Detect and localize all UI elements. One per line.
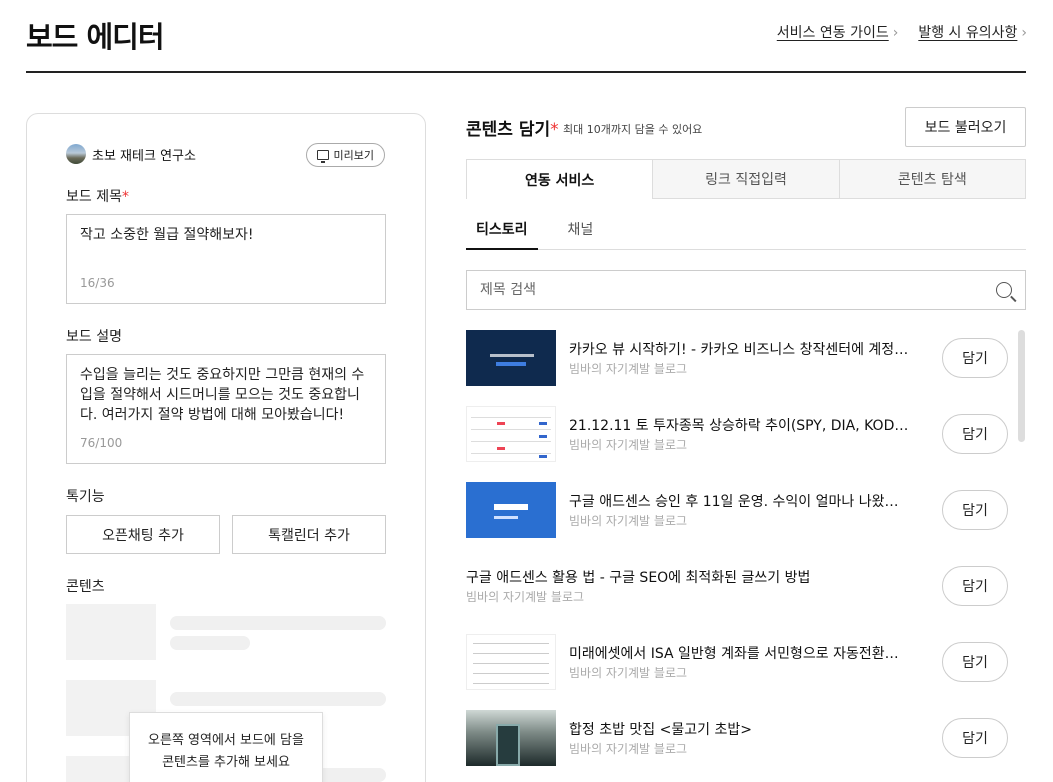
- add-content-button[interactable]: 담기: [942, 566, 1008, 606]
- tab-explore-content[interactable]: 콘텐츠 탐색: [839, 159, 1026, 199]
- content-source: 빔바의 자기계발 블로그: [569, 514, 688, 528]
- chevron-right-icon: ›: [892, 25, 899, 41]
- blog-name: 초보 재테크 연구소: [92, 148, 196, 164]
- content-thumbnail: [466, 634, 556, 690]
- board-desc-input[interactable]: 수입을 늘리는 것도 중요하지만 그만큼 현재의 수입을 절약해서 시드머니를 …: [66, 354, 386, 464]
- page-title: 보드 에디터: [26, 20, 164, 54]
- content-limit-hint: 최대 10개까지 담을 수 있어요: [563, 123, 703, 136]
- content-placeholder: [170, 692, 386, 706]
- header-links: 서비스 연동 가이드 › 발행 시 유의사항 ›: [777, 22, 1027, 42]
- empty-content-tooltip: 오른쪽 영역에서 보드에 담을 콘텐츠를 추가해 보세요: [129, 712, 323, 782]
- content-source: 빔바의 자기계발 블로그: [569, 666, 688, 680]
- add-content-button[interactable]: 담기: [942, 338, 1008, 378]
- add-content-button[interactable]: 담기: [942, 642, 1008, 682]
- preview-button[interactable]: 미리보기: [305, 143, 385, 167]
- search-icon[interactable]: [996, 282, 1012, 298]
- list-item: 21.12.11 토 투자종목 상승하락 추이(SPY, DIA, KODEX …: [466, 406, 1016, 462]
- board-desc-label: 보드 설명: [66, 329, 122, 345]
- content-title[interactable]: 21.12.11 토 투자종목 상승하락 추이(SPY, DIA, KODEX …: [569, 415, 909, 435]
- features-label: 톡기능: [66, 489, 105, 505]
- list-item: 구글 애드센스 승인 후 11일 운영. 수익이 얼마나 나왔을까? 빔바의 자…: [466, 482, 1016, 538]
- content-title[interactable]: 카카오 뷰 시작하기! - 카카오 비즈니스 창작센터에 계정 만들기: [569, 339, 909, 359]
- add-content-button[interactable]: 담기: [942, 718, 1008, 758]
- service-guide-link[interactable]: 서비스 연동 가이드 ›: [777, 22, 899, 42]
- content-thumbnail: [466, 406, 556, 462]
- publish-notes-link[interactable]: 발행 시 유의사항 ›: [918, 22, 1027, 42]
- title-search: [466, 270, 1026, 310]
- list-scrollbar[interactable]: [1018, 330, 1025, 442]
- board-title-label: 보드 제목*: [66, 189, 129, 205]
- content-title[interactable]: 미래에셋에서 ISA 일반형 계좌를 서민형으로 자동전환해주었다: [569, 643, 909, 663]
- board-title-input[interactable]: 작고 소중한 월급 절약해보자! 16/36: [66, 214, 386, 304]
- service-subtabs: 티스토리 채널: [466, 219, 1026, 250]
- content-title[interactable]: 합정 초밥 맛집 <물고기 초밥>: [569, 719, 909, 739]
- blog-info: 초보 재테크 연구소: [66, 144, 196, 164]
- monitor-icon: [316, 150, 329, 163]
- content-source: 빔바의 자기계발 블로그: [569, 438, 688, 452]
- content-picker-title: 콘텐츠 담기*: [466, 120, 559, 140]
- content-title[interactable]: 구글 애드센스 활용 법 - 구글 SEO에 최적화된 글쓰기 방법: [466, 567, 866, 587]
- add-open-chat-button[interactable]: 오픈채팅 추가: [66, 515, 220, 554]
- content-title[interactable]: 구글 애드센스 승인 후 11일 운영. 수익이 얼마나 나왔을까?: [569, 491, 909, 511]
- list-item: 합정 초밥 맛집 <물고기 초밥> 빔바의 자기계발 블로그 담기: [466, 710, 1016, 766]
- content-placeholder: [66, 604, 156, 660]
- tab-direct-link[interactable]: 링크 직접입력: [653, 159, 840, 199]
- add-content-button[interactable]: 담기: [942, 414, 1008, 454]
- content-source: 빔바의 자기계발 블로그: [466, 590, 585, 604]
- subtab-channel[interactable]: 채널: [558, 219, 604, 250]
- content-thumbnail: [466, 330, 556, 386]
- desc-char-counter: 76/100: [80, 436, 123, 450]
- content-placeholder: [170, 636, 250, 650]
- source-tabs: 연동 서비스 링크 직접입력 콘텐츠 탐색: [466, 159, 1026, 199]
- load-board-button[interactable]: 보드 불러오기: [905, 107, 1026, 147]
- add-calendar-button[interactable]: 톡캘린더 추가: [232, 515, 386, 554]
- board-editor-panel: 초보 재테크 연구소 미리보기 보드 제목* 작고 소중한 월급 절약해보자! …: [26, 113, 426, 782]
- add-content-button[interactable]: 담기: [942, 490, 1008, 530]
- title-char-counter: 16/36: [80, 276, 115, 290]
- avatar: [66, 144, 86, 164]
- header-divider: [26, 71, 1026, 73]
- tab-linked-services[interactable]: 연동 서비스: [466, 159, 654, 199]
- content-thumbnail: [466, 482, 556, 538]
- contents-label: 콘텐츠: [66, 579, 105, 595]
- content-source: 빔바의 자기계발 블로그: [569, 742, 688, 756]
- chevron-right-icon: ›: [1021, 25, 1027, 41]
- search-input[interactable]: [480, 282, 988, 298]
- content-source: 빔바의 자기계발 블로그: [569, 362, 688, 376]
- list-item: 구글 애드센스 활용 법 - 구글 SEO에 최적화된 글쓰기 방법 빔바의 자…: [466, 558, 1016, 614]
- subtab-tistory[interactable]: 티스토리: [466, 219, 538, 250]
- list-item: 카카오 뷰 시작하기! - 카카오 비즈니스 창작센터에 계정 만들기 빔바의 …: [466, 330, 1016, 386]
- content-thumbnail: [466, 710, 556, 766]
- list-item: 미래에셋에서 ISA 일반형 계좌를 서민형으로 자동전환해주었다 빔바의 자기…: [466, 634, 1016, 690]
- content-placeholder: [170, 616, 386, 630]
